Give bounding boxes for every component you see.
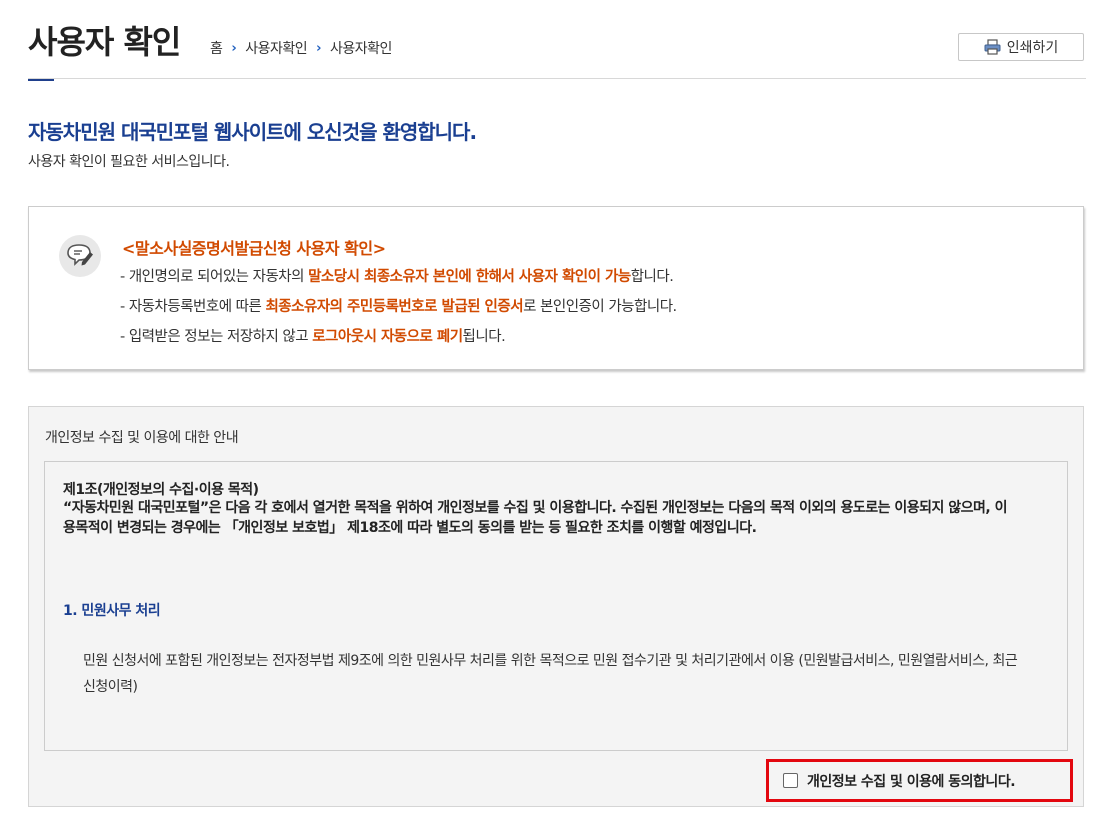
- pencil-speech-icon: [59, 235, 101, 277]
- breadcrumb-separator: ›: [231, 40, 237, 56]
- breadcrumb: 홈 › 사용자확인 › 사용자확인: [210, 38, 392, 58]
- breadcrumb-current: 사용자확인: [330, 41, 392, 57]
- printer-icon: [984, 39, 1001, 55]
- breadcrumb-separator: ›: [316, 40, 322, 56]
- breadcrumb-home[interactable]: 홈: [210, 38, 223, 58]
- header-divider: [28, 78, 1086, 79]
- privacy-consent-panel: 개인정보 수집 및 이용에 대한 안내 제1조(개인정보의 수집·이용 목적) …: [28, 406, 1084, 807]
- agree-checkbox-area[interactable]: 개인정보 수집 및 이용에 동의합니다.: [766, 759, 1073, 802]
- print-button[interactable]: 인쇄하기: [958, 33, 1084, 61]
- article-title: 제1조(개인정보의 수집·이용 목적): [63, 482, 259, 498]
- welcome-subtext: 사용자 확인이 필요한 서비스입니다.: [28, 154, 230, 170]
- privacy-panel-title: 개인정보 수집 및 이용에 대한 안내: [45, 430, 239, 446]
- notice-line-1: - 개인명의로 되어있는 자동차의 말소당시 최종소유자 본인에 한해서 사용자…: [120, 269, 674, 285]
- print-button-label: 인쇄하기: [1006, 40, 1059, 56]
- agree-checkbox-label[interactable]: 개인정보 수집 및 이용에 동의합니다.: [807, 771, 1016, 791]
- agree-checkbox[interactable]: [783, 773, 798, 788]
- notice-title: <말소사실증명서발급신청 사용자 확인>: [122, 239, 386, 258]
- notice-line-3: - 입력받은 정보는 저장하지 않고 로그아웃시 자동으로 폐기됩니다.: [120, 329, 506, 345]
- section-title: 1. 민원사무 처리: [63, 603, 161, 619]
- page-title: 사용자 확인: [28, 23, 181, 61]
- section-body: 민원 신청서에 포함된 개인정보는 전자정부법 제9조에 의한 민원사무 처리를…: [83, 653, 1018, 695]
- privacy-terms-box[interactable]: 제1조(개인정보의 수집·이용 목적) “자동차민원 대국민포털”은 다음 각 …: [44, 461, 1068, 751]
- welcome-heading: 자동차민원 대국민포털 웹사이트에 오신것을 환영합니다.: [28, 120, 477, 144]
- article-body: “자동차민원 대국민포털”은 다음 각 호에서 열거한 목적을 위하여 개인정보…: [63, 500, 1007, 536]
- notice-line-2: - 자동차등록번호에 따른 최종소유자의 주민등록번호로 발급된 인증서로 본인…: [120, 299, 677, 315]
- notice-box: <말소사실증명서발급신청 사용자 확인> - 개인명의로 되어있는 자동차의 말…: [28, 206, 1084, 370]
- breadcrumb-user-confirm[interactable]: 사용자확인: [245, 38, 307, 58]
